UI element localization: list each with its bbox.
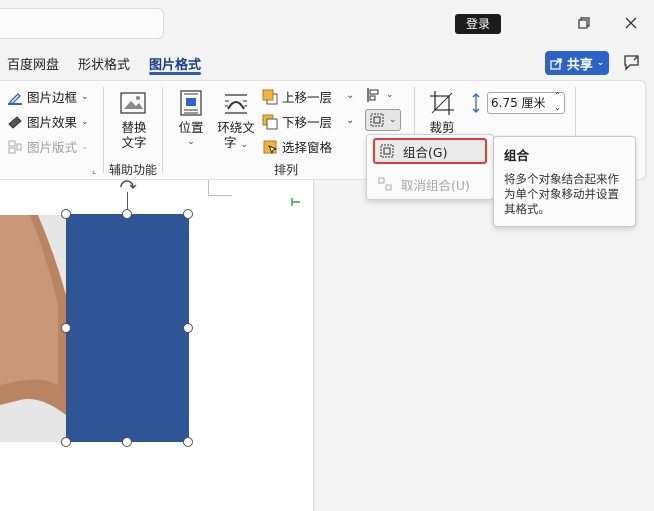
selection-pane-button[interactable]: 选择窗格 <box>262 137 332 156</box>
search-box[interactable] <box>0 8 164 39</box>
chevron-down-icon: ⌄ <box>389 115 397 125</box>
effects-icon <box>8 115 22 129</box>
close-window-button[interactable] <box>617 10 645 36</box>
bring-forward-button[interactable]: 上移一层 <box>262 87 332 106</box>
menu-item-ungroup-label: 取消组合(U) <box>401 177 470 193</box>
selection-pane-icon <box>263 140 278 154</box>
active-tab-indicator <box>149 72 201 75</box>
chevron-down-icon: ⌄ <box>81 116 89 127</box>
title-bar: 登录 <box>0 0 654 46</box>
tooltip-body: 将多个对象结合起来作为单个对象移动并设置其格式。 <box>504 172 619 216</box>
arrange-group-label: 排列 <box>274 163 299 177</box>
alt-text-label-2: 文字 <box>121 135 147 150</box>
group-objects-icon <box>380 144 394 158</box>
picture-layout-label: 图片版式 <box>27 140 78 155</box>
chevron-down-icon: ⌄ <box>81 141 89 152</box>
alt-text-button[interactable]: 替换 文字 <box>112 89 156 150</box>
tab-picture-format[interactable]: 图片格式 <box>149 54 201 73</box>
alt-text-icon <box>120 92 146 114</box>
bring-forward-label: 上移一层 <box>282 90 333 105</box>
crop-icon <box>430 91 454 115</box>
rotate-handle-icon[interactable] <box>116 175 138 193</box>
share-label: 共享 <box>566 57 593 73</box>
pen-border-icon <box>8 92 22 105</box>
login-button[interactable]: 登录 <box>455 14 501 34</box>
anchor-icon <box>290 196 302 208</box>
blue-rectangle-shape[interactable] <box>66 214 189 442</box>
selection-pane-label: 选择窗格 <box>282 140 333 155</box>
height-input[interactable]: 6.75 厘米 ⌃ ⌄ <box>487 90 565 114</box>
crop-button[interactable]: 裁剪 <box>424 89 460 135</box>
share-button[interactable]: 共享 ⌄ <box>545 51 609 75</box>
bring-forward-icon <box>262 89 278 104</box>
group-dropdown-menu: 组合(G) 取消组合(U) <box>366 134 494 200</box>
divider <box>103 87 104 173</box>
align-left-icon <box>367 88 379 102</box>
share-icon <box>550 57 562 70</box>
divider <box>162 87 163 173</box>
wrap-text-label-1: 环绕文 <box>217 120 255 135</box>
chevron-down-icon[interactable]: ⌄ <box>346 115 354 126</box>
position-label: 位置 <box>178 120 204 135</box>
group-objects-icon <box>370 113 384 127</box>
wrap-text-icon <box>225 94 247 114</box>
height-icon <box>472 93 480 113</box>
chevron-down-icon: ⌄ <box>81 91 89 102</box>
resize-handle[interactable] <box>122 437 132 447</box>
resize-handle[interactable] <box>61 437 71 447</box>
send-backward-button[interactable]: 下移一层 <box>262 112 332 131</box>
tab-baidu-netdisk[interactable]: 百度网盘 <box>7 54 59 73</box>
picture-border-button[interactable]: 图片边框 ⌄ <box>7 87 89 106</box>
comment-button[interactable] <box>622 53 642 73</box>
menu-item-ungroup[interactable]: 取消组合(U) <box>373 171 487 197</box>
group-objects-button[interactable]: ⌄ <box>365 109 401 131</box>
close-icon <box>625 17 637 29</box>
wrap-text-button[interactable]: 环绕文 字 ⌄ <box>214 89 258 153</box>
wrap-text-label-2: 字 ⌄ <box>223 135 249 150</box>
picture-layout-button[interactable]: 图片版式 ⌄ <box>7 137 89 156</box>
picture-border-label: 图片边框 <box>27 90 78 105</box>
resize-handle[interactable] <box>122 209 132 219</box>
layout-icon <box>8 140 22 153</box>
ungroup-icon <box>378 177 392 191</box>
crop-label: 裁剪 <box>429 120 455 135</box>
send-backward-icon <box>262 114 278 129</box>
alt-text-label-1: 替换 <box>121 120 147 135</box>
align-button[interactable]: ⌄ <box>366 87 394 103</box>
tab-shape-format[interactable]: 形状格式 <box>78 54 130 73</box>
arm-image <box>0 215 66 442</box>
menu-item-group[interactable]: 组合(G) <box>373 138 487 164</box>
resize-handle[interactable] <box>61 323 71 333</box>
dialog-launcher-icon[interactable]: ⌞ <box>92 166 96 176</box>
chevron-down-icon: ⌄ <box>596 58 605 68</box>
resize-handle[interactable] <box>183 209 193 219</box>
group-tooltip: 组合 将多个对象结合起来作为单个对象移动并设置其格式。 <box>493 136 636 227</box>
picture[interactable] <box>0 215 66 442</box>
resize-handle[interactable] <box>61 209 71 219</box>
send-backward-label: 下移一层 <box>282 115 333 130</box>
position-button[interactable]: 位置 ⌄ <box>172 89 210 150</box>
picture-effects-label: 图片效果 <box>27 115 78 130</box>
resize-handle[interactable] <box>183 323 193 333</box>
position-icon <box>180 90 202 116</box>
spinner-icon[interactable]: ⌃ ⌄ <box>554 90 561 114</box>
tooltip-title: 组合 <box>504 148 530 163</box>
chevron-down-icon: ⌄ <box>187 137 195 147</box>
comment-icon <box>624 55 639 71</box>
menu-item-group-label: 组合(G) <box>403 144 448 160</box>
restore-window-button[interactable] <box>570 10 598 36</box>
page-margin-marker <box>208 180 232 196</box>
chevron-down-icon: ⌄ <box>386 90 394 100</box>
resize-handle[interactable] <box>183 437 193 447</box>
restore-icon <box>578 17 590 29</box>
chevron-down-icon[interactable]: ⌄ <box>346 90 354 101</box>
picture-effects-button[interactable]: 图片效果 ⌄ <box>7 112 89 131</box>
height-value: 6.75 厘米 <box>491 96 546 110</box>
